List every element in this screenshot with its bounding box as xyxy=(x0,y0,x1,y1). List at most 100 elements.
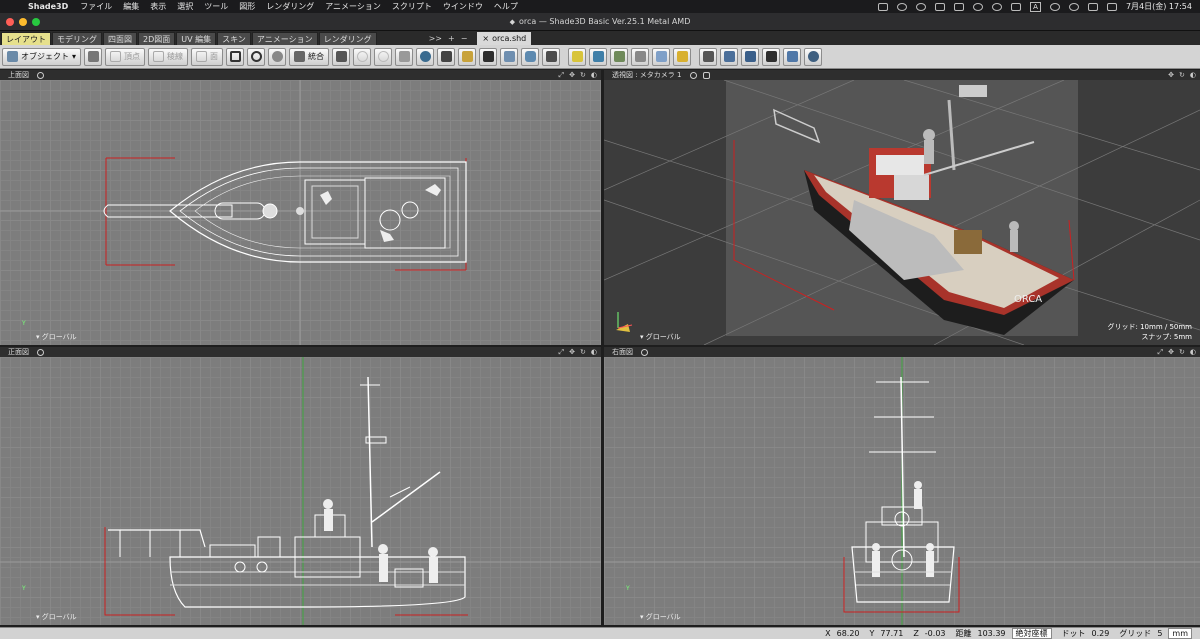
line-app-icon[interactable] xyxy=(878,2,889,11)
tab-rendering[interactable]: レンダリング xyxy=(318,32,377,45)
more-tabs-button[interactable]: >> xyxy=(429,32,442,45)
rotate-tool-button[interactable] xyxy=(247,47,266,66)
mesh-button[interactable] xyxy=(479,47,498,66)
zoom-view-icon[interactable]: ◐ xyxy=(591,70,597,80)
unit-select[interactable]: mm xyxy=(1168,628,1192,639)
image-button[interactable] xyxy=(610,47,629,66)
minimize-window-button[interactable] xyxy=(19,18,27,26)
transform-button[interactable] xyxy=(741,47,760,66)
tab-skin[interactable]: スキン xyxy=(217,32,251,45)
close-document-icon[interactable]: × xyxy=(482,34,489,43)
redo-button[interactable] xyxy=(374,47,393,66)
rotate-view-icon[interactable]: ↻ xyxy=(580,70,586,80)
fit-view-icon[interactable]: ⤢ xyxy=(1158,347,1164,357)
view-settings-icon[interactable] xyxy=(37,71,44,79)
cylinder-button[interactable] xyxy=(521,47,540,66)
light-button[interactable] xyxy=(437,47,456,66)
zoom-view-icon[interactable]: ◐ xyxy=(1190,70,1196,80)
globe-button[interactable] xyxy=(416,47,435,66)
undo-button[interactable] xyxy=(353,47,372,66)
menu-shapes[interactable]: 図形 xyxy=(239,1,255,12)
table-button[interactable] xyxy=(500,47,519,66)
render-preview-button[interactable] xyxy=(542,47,561,66)
sphere-button[interactable] xyxy=(804,47,823,66)
viewport-front[interactable]: 正面図 ⤢ ✥ ↻ ◐ Y ▾ グローバル xyxy=(0,347,601,625)
input-mode-indicator[interactable]: A xyxy=(1030,1,1041,12)
list-button[interactable] xyxy=(395,47,414,66)
viewport-side[interactable]: 右面図 ⤢ ✥ ↻ ◐ Y ▾ グローバル xyxy=(604,347,1200,625)
coord-mode-select[interactable]: 絶対座標 xyxy=(1011,628,1052,639)
wifi-icon[interactable] xyxy=(1011,2,1022,11)
menu-window[interactable]: ウインドウ xyxy=(443,1,483,12)
move-view-icon[interactable]: ✥ xyxy=(1168,70,1174,80)
tab-animation[interactable]: アニメーション xyxy=(251,32,318,45)
face-mode-button[interactable]: 面 xyxy=(191,47,224,66)
measure-button[interactable] xyxy=(673,47,692,66)
rotate-view-icon[interactable]: ↻ xyxy=(580,347,586,357)
rotate-view-icon[interactable]: ↻ xyxy=(1179,347,1185,357)
zoom-window-button[interactable] xyxy=(32,18,40,26)
zoom-view-icon[interactable]: ◐ xyxy=(1190,347,1196,357)
menu-edit[interactable]: 編集 xyxy=(123,1,139,12)
view-settings-icon[interactable] xyxy=(641,348,648,356)
viewport-perspective[interactable]: 透視図 : メタカメラ 1 ✥ ↻ ◐ ORCA グリッド: 10mm / 50… xyxy=(604,70,1200,345)
tab-modeling[interactable]: モデリング xyxy=(52,32,102,45)
close-window-button[interactable] xyxy=(6,18,14,26)
cut-button[interactable] xyxy=(783,47,802,66)
move-view-icon[interactable]: ✥ xyxy=(569,70,575,80)
vertex-mode-button[interactable]: 頂点 xyxy=(105,47,146,66)
notification-icon[interactable] xyxy=(935,2,946,11)
scale-button[interactable] xyxy=(762,47,781,66)
remove-tab-button[interactable]: − xyxy=(461,32,468,45)
viewport-perspective-coord-mode[interactable]: ▾ グローバル xyxy=(640,332,681,342)
viewport-top-coord-mode[interactable]: ▾ グローバル xyxy=(36,332,77,342)
tab-uv-edit[interactable]: UV 編集 xyxy=(176,32,217,45)
move-view-icon[interactable]: ✥ xyxy=(1168,347,1174,357)
uv-button[interactable] xyxy=(720,47,739,66)
viewport-top[interactable]: 上面図 ⤢ ✥ ↻ ◐ Y ▾ グローバル xyxy=(0,70,601,345)
layout-grid-button[interactable] xyxy=(458,47,477,66)
app-menu[interactable]: Shade3D xyxy=(28,2,68,11)
shading-mode-icon[interactable] xyxy=(702,71,710,79)
clock[interactable]: 7月4日(金) 17:54 xyxy=(1126,1,1192,12)
snap-button[interactable] xyxy=(268,47,287,66)
volume-icon[interactable] xyxy=(954,2,965,11)
bone-tool-button[interactable] xyxy=(332,47,351,66)
menu-animation[interactable]: アニメーション xyxy=(325,1,381,12)
add-tab-button[interactable]: + xyxy=(448,32,455,45)
pen-button[interactable] xyxy=(699,47,718,66)
tab-layout[interactable]: レイアウト xyxy=(1,32,51,45)
tab-2d-drawing[interactable]: 2D図面 xyxy=(138,32,176,45)
viewport-front-coord-mode[interactable]: ▾ グローバル xyxy=(36,612,77,622)
fit-view-icon[interactable]: ⤢ xyxy=(559,347,565,357)
time-machine-icon[interactable] xyxy=(992,2,1003,11)
siri-icon[interactable] xyxy=(1106,2,1117,11)
tab-four-views[interactable]: 四面図 xyxy=(103,32,137,45)
view-settings-icon[interactable] xyxy=(37,348,44,356)
user-icon[interactable] xyxy=(897,2,908,11)
menu-rendering[interactable]: レンダリング xyxy=(266,1,314,12)
document-tab[interactable]: × orca.shd xyxy=(477,32,532,45)
fit-view-icon[interactable]: ⤢ xyxy=(559,70,565,80)
grid-value[interactable]: 5 xyxy=(1157,629,1162,638)
selection-rect-button[interactable] xyxy=(226,47,245,66)
spotlight-icon[interactable] xyxy=(1068,2,1079,11)
menu-tools[interactable]: ツール xyxy=(204,1,228,12)
view-settings-icon[interactable] xyxy=(689,71,697,79)
bluetooth-icon[interactable] xyxy=(973,2,984,11)
sync-icon[interactable] xyxy=(916,2,927,11)
camera-button[interactable] xyxy=(84,47,103,66)
menu-select[interactable]: 選択 xyxy=(177,1,193,12)
menu-script[interactable]: スクリプト xyxy=(392,1,432,12)
rotate-view-icon[interactable]: ↻ xyxy=(1179,70,1185,80)
objects-button[interactable] xyxy=(589,47,608,66)
menu-file[interactable]: ファイル xyxy=(80,1,112,12)
counter-button[interactable] xyxy=(631,47,650,66)
zoom-view-icon[interactable]: ◐ xyxy=(591,347,597,357)
move-view-icon[interactable]: ✥ xyxy=(569,347,575,357)
object-mode-button[interactable]: オブジェクト ▾ xyxy=(2,47,82,66)
grid-toggle-button[interactable] xyxy=(568,47,587,66)
menu-view[interactable]: 表示 xyxy=(150,1,166,12)
control-center-icon[interactable] xyxy=(1087,2,1098,11)
edge-mode-button[interactable]: 稜線 xyxy=(148,47,189,66)
